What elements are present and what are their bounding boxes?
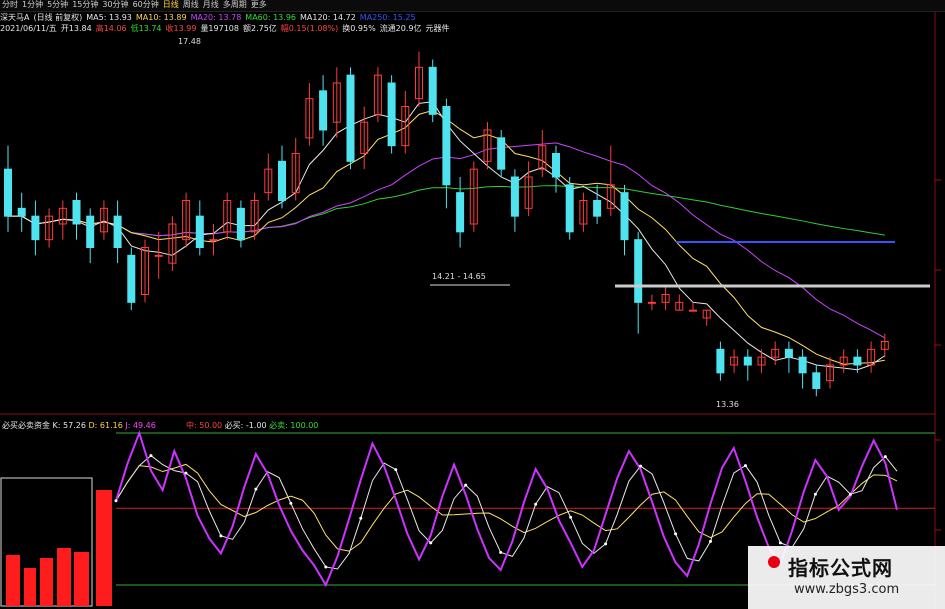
- range-label: 14.21 - 14.65: [432, 272, 486, 281]
- k-dot: [778, 541, 782, 545]
- candle-body: [346, 74, 355, 162]
- indicator-lines-legend: 中: 50.00 必买: -1.00 必卖: 100.00: [186, 420, 318, 431]
- volume-bar: [74, 552, 89, 606]
- candle-body: [154, 254, 163, 257]
- high-price-label: 17.48: [178, 37, 201, 46]
- k-dot: [639, 464, 643, 468]
- k-dot: [569, 515, 573, 519]
- watermark-logo-icon: [768, 556, 780, 568]
- candle-body: [510, 176, 519, 217]
- k-dot: [743, 464, 747, 468]
- candle-body: [552, 153, 560, 178]
- candle-body: [209, 239, 218, 242]
- indicator-legend: 必买必卖资金 K: 57.26 D: 61.16 J: 49.46: [2, 420, 156, 431]
- candle-body: [72, 200, 81, 225]
- indicator-name: 必买必卖资金: [2, 421, 50, 430]
- k-dot: [359, 516, 363, 520]
- candle-body: [565, 184, 574, 233]
- indicator-sell: 必卖: 100.00: [269, 421, 319, 430]
- k-dot: [324, 565, 328, 569]
- k-dot: [394, 468, 398, 472]
- candle-body: [716, 348, 725, 374]
- k-dot: [848, 492, 852, 496]
- k-dot: [254, 487, 258, 491]
- candle-body: [387, 82, 396, 147]
- k-dot: [289, 501, 293, 505]
- candle-body: [853, 356, 862, 366]
- volume-bar: [6, 555, 20, 606]
- indicator-d: D: 61.16: [88, 421, 123, 430]
- k-dot: [114, 499, 118, 503]
- candle-body: [497, 137, 506, 170]
- kline-chart[interactable]: [0, 0, 945, 609]
- candle-body: [620, 192, 629, 241]
- low-price-label: 13.36: [716, 400, 739, 409]
- candle-body: [4, 168, 12, 217]
- indicator-buy: 必买: -1.00: [224, 421, 267, 430]
- k-dot: [708, 539, 712, 543]
- k-dot: [883, 455, 887, 459]
- k-dot: [674, 532, 678, 536]
- watermark: 指标公式网 www.zbgs3.com: [748, 546, 945, 609]
- candle-body: [195, 215, 204, 249]
- candle-body: [17, 207, 26, 217]
- candle-body: [127, 254, 136, 303]
- volume-bar: [96, 490, 112, 606]
- candle-body: [113, 215, 122, 249]
- candle-body: [798, 356, 807, 374]
- candle-body: [689, 309, 697, 312]
- candle-body: [31, 215, 40, 241]
- candle-body: [442, 106, 451, 186]
- volume-bar: [40, 558, 53, 606]
- candle-body: [456, 192, 465, 233]
- k-dot: [813, 492, 817, 496]
- candle-body: [86, 215, 95, 249]
- k-dot: [184, 471, 188, 475]
- candle-body: [812, 372, 821, 390]
- indicator-j: J: 49.46: [125, 421, 156, 430]
- k-dot: [499, 550, 503, 554]
- k-dot: [429, 541, 433, 545]
- volume-bar: [24, 568, 36, 606]
- indicator-k: K: 57.26: [52, 421, 86, 430]
- candle-body: [593, 200, 602, 217]
- k-dot: [464, 483, 468, 487]
- k-dot: [534, 502, 538, 506]
- volume-bar: [57, 548, 71, 606]
- candle-body: [784, 348, 793, 358]
- candle-body: [647, 301, 656, 304]
- candle-body: [319, 90, 328, 131]
- watermark-title: 指标公式网: [788, 556, 893, 580]
- k-dot: [149, 454, 153, 458]
- candle-body: [743, 356, 752, 366]
- k-dot: [604, 542, 608, 546]
- candle-body: [634, 239, 643, 303]
- k-dot: [219, 534, 223, 538]
- indicator-mid: 中: 50.00: [186, 421, 223, 430]
- candle-body: [428, 66, 437, 115]
- candle-body: [278, 160, 286, 201]
- watermark-url: www.zbgs3.com: [794, 582, 900, 597]
- candle-body: [236, 207, 245, 241]
